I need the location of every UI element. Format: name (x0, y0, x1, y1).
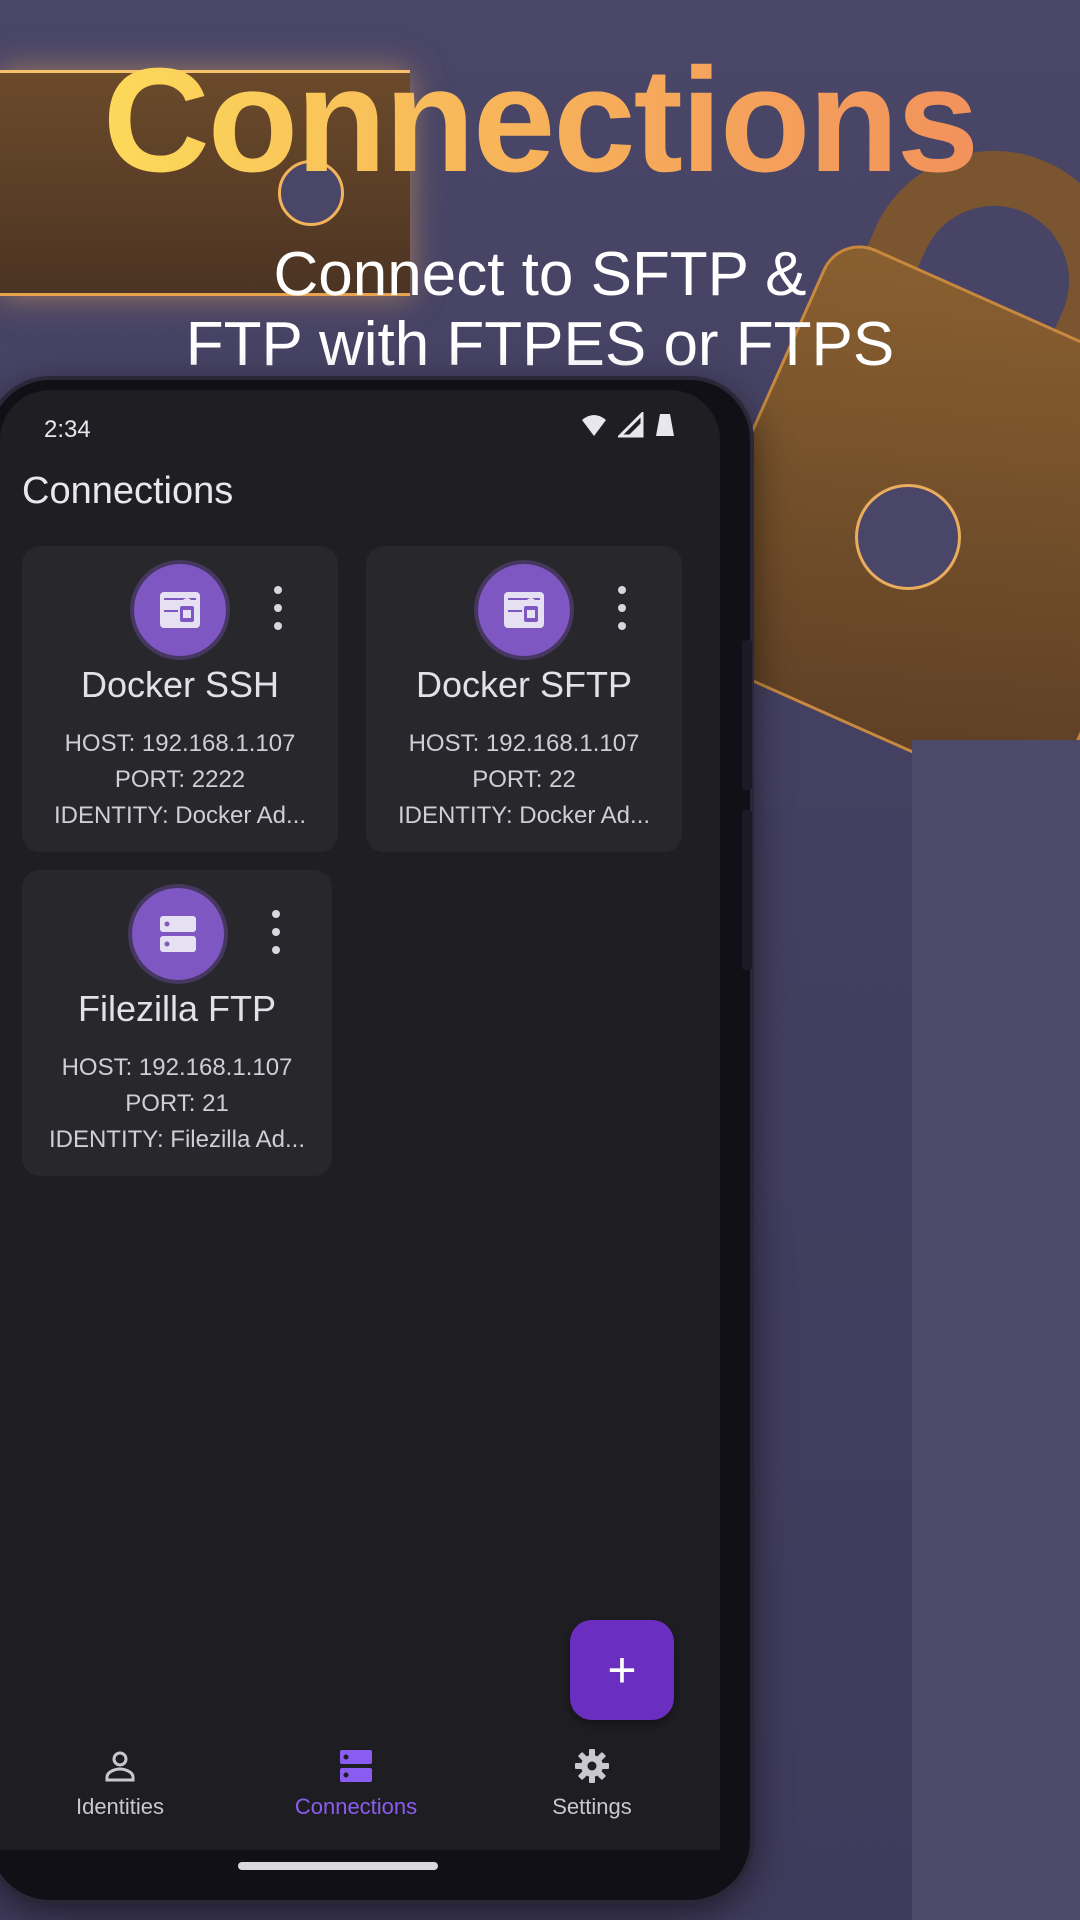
padlock-keyhole-graphic (855, 484, 961, 590)
more-options-icon[interactable] (612, 586, 632, 630)
connection-avatar (134, 564, 226, 656)
status-icons (580, 412, 676, 438)
nav-item-connections[interactable]: Connections (236, 1748, 476, 1820)
connection-card[interactable]: Docker SFTP HOST: 192.168.1.107 PORT: 22… (366, 546, 682, 852)
more-options-icon[interactable] (266, 910, 286, 954)
nav-label-identities: Identities (75, 1794, 165, 1819)
connection-name: Docker SSH (80, 664, 280, 705)
nav-label-connections: Connections (294, 1794, 418, 1819)
connection-host: HOST: 192.168.1.107 (64, 730, 296, 757)
signal-icon (618, 412, 644, 438)
lock-folder-icon (504, 592, 544, 628)
hero-subtitle-line-1: Connect to SFTP & (273, 240, 807, 309)
plus-icon: + (607, 1642, 637, 1698)
connection-port: PORT: 2222 (114, 766, 246, 793)
connection-card[interactable]: Filezilla FTP HOST: 192.168.1.107 PORT: … (22, 870, 332, 1176)
phone-frame: 2:34 Connections Docker SSH HOST: 192.16… (0, 380, 752, 1900)
hero-subtitle-line-2: FTP with FTPES or FTPS (185, 310, 895, 379)
person-icon (105, 1751, 135, 1782)
wifi-icon (582, 415, 606, 436)
home-indicator[interactable] (238, 1862, 438, 1870)
hero-subtitle: Connect to SFTP & FTP with FTPES or FTPS (0, 240, 1080, 380)
nav-label-settings: Settings (552, 1794, 632, 1819)
connection-avatar (132, 888, 224, 980)
connection-port: PORT: 21 (125, 1090, 229, 1117)
more-options-icon[interactable] (268, 586, 288, 630)
connection-host: HOST: 192.168.1.107 (408, 730, 640, 757)
bottom-navigation: Identities Connections Settings (0, 1730, 720, 1850)
connection-name: Filezilla FTP (77, 988, 277, 1029)
nav-item-settings[interactable]: Settings (472, 1748, 712, 1820)
add-connection-button[interactable]: + (570, 1620, 674, 1720)
connection-port: PORT: 22 (472, 766, 576, 793)
connection-identity: IDENTITY: Filezilla Ad... (48, 1126, 306, 1153)
page-title: Connections (22, 470, 234, 512)
power-button (742, 810, 752, 970)
connection-card[interactable]: Docker SSH HOST: 192.168.1.107 PORT: 222… (22, 546, 338, 852)
hero-title: Connections (0, 39, 1080, 203)
gear-icon (575, 1749, 609, 1783)
connection-name: Docker SFTP (415, 664, 633, 705)
volume-button (742, 640, 752, 790)
server-icon (160, 916, 196, 952)
phone-screen: 2:34 Connections Docker SSH HOST: 192.16… (0, 390, 720, 1850)
server-icon (340, 1750, 372, 1782)
status-time: 2:34 (44, 416, 91, 443)
connection-host: HOST: 192.168.1.107 (61, 1054, 293, 1081)
decorative-strip (912, 740, 1080, 1920)
lock-folder-icon (160, 592, 200, 628)
nav-item-identities[interactable]: Identities (0, 1748, 240, 1820)
status-bar: 2:34 (44, 412, 676, 452)
connection-avatar (478, 564, 570, 656)
connection-identity: IDENTITY: Docker Ad... (53, 802, 307, 829)
connection-identity: IDENTITY: Docker Ad... (397, 802, 651, 829)
battery-icon (656, 414, 674, 436)
